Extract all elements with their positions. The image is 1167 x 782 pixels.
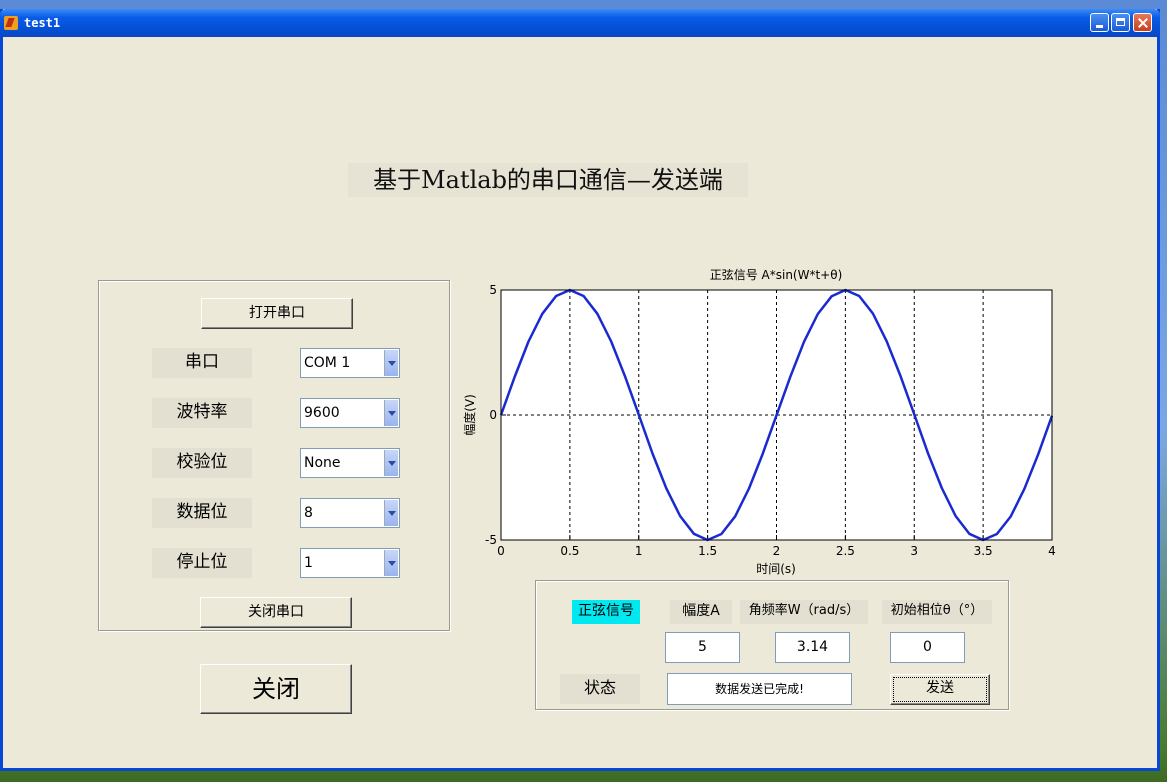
data-bits-label: 数据位 bbox=[152, 498, 252, 528]
data-bits-select[interactable]: 8 bbox=[300, 498, 400, 528]
send-button[interactable]: 发送 bbox=[890, 674, 990, 705]
initial-phase-input[interactable]: 0 bbox=[890, 632, 965, 663]
amplitude-input[interactable]: 5 bbox=[665, 632, 740, 663]
status-label: 状态 bbox=[560, 674, 640, 704]
close-app-button[interactable]: 关闭 bbox=[200, 664, 352, 714]
dropdown-arrow-icon[interactable] bbox=[384, 400, 398, 426]
parity-select[interactable]: None bbox=[300, 448, 400, 478]
minimize-button[interactable] bbox=[1090, 13, 1109, 32]
open-port-button[interactable]: 打开串口 bbox=[201, 298, 353, 329]
baud-rate-select-value: 9600 bbox=[304, 405, 340, 421]
port-select[interactable]: COM 1 bbox=[300, 348, 400, 378]
port-select-value: COM 1 bbox=[304, 355, 351, 371]
stop-bits-label: 停止位 bbox=[152, 548, 252, 578]
dropdown-arrow-icon[interactable] bbox=[384, 550, 398, 576]
page-title: 基于Matlab的串口通信—发送端 bbox=[348, 163, 748, 197]
amplitude-label: 幅度A bbox=[670, 600, 732, 624]
maximize-button[interactable] bbox=[1111, 13, 1130, 32]
sine-signal-label: 正弦信号 bbox=[572, 600, 640, 624]
dropdown-arrow-icon[interactable] bbox=[384, 350, 398, 376]
initial-phase-label: 初始相位θ（°） bbox=[882, 600, 992, 624]
close-window-button[interactable] bbox=[1133, 13, 1152, 32]
stop-bits-select[interactable]: 1 bbox=[300, 548, 400, 578]
angular-frequency-input[interactable]: 3.14 bbox=[775, 632, 850, 663]
parity-select-value: None bbox=[304, 455, 341, 471]
title-bar[interactable]: test1 bbox=[0, 9, 1160, 37]
status-field: 数据发送已完成! bbox=[667, 673, 852, 705]
data-bits-select-value: 8 bbox=[304, 505, 313, 521]
dropdown-arrow-icon[interactable] bbox=[384, 500, 398, 526]
baud-rate-select[interactable]: 9600 bbox=[300, 398, 400, 428]
baud-rate-label: 波特率 bbox=[152, 398, 252, 428]
matlab-icon bbox=[4, 16, 18, 30]
stop-bits-select-value: 1 bbox=[304, 555, 313, 571]
dropdown-arrow-icon[interactable] bbox=[384, 450, 398, 476]
parity-label: 校验位 bbox=[152, 448, 252, 478]
close-port-button[interactable]: 关闭串口 bbox=[200, 597, 352, 628]
angular-frequency-label: 角频率W（rad/s） bbox=[740, 600, 868, 624]
window-title: test1 bbox=[24, 16, 61, 30]
port-label: 串口 bbox=[152, 348, 252, 378]
